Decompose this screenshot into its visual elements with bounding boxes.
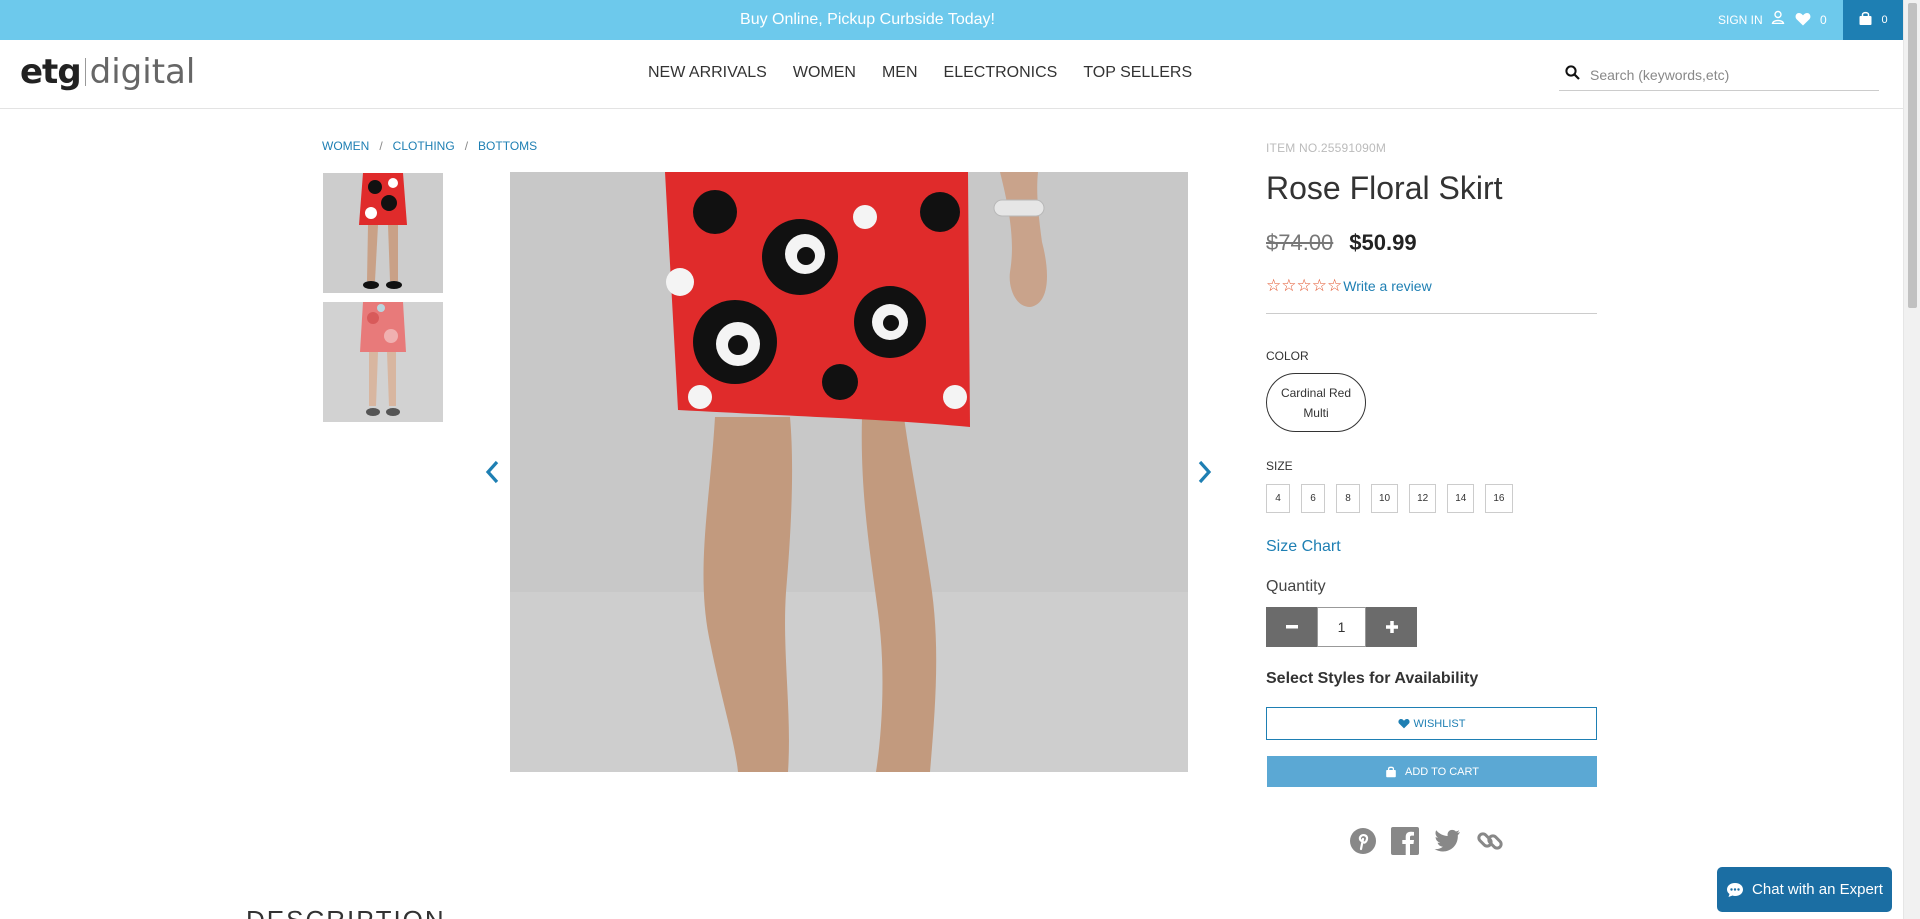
search-bar <box>1559 59 1879 91</box>
plus-icon <box>1385 621 1398 633</box>
product-title: Rose Floral Skirt <box>1266 170 1503 206</box>
star-empty-icon: ☆ <box>1266 276 1282 295</box>
original-price: $74.00 <box>1266 230 1334 255</box>
item-number: ITEM NO.25591090M <box>1266 141 1387 155</box>
logo-divider <box>84 58 86 86</box>
nav-new-arrivals[interactable]: NEW ARRIVALS <box>648 64 767 82</box>
prev-image-arrow[interactable] <box>480 456 504 488</box>
color-option-line-2: Multi <box>1303 405 1329 420</box>
shopping-bag-icon <box>1858 11 1873 29</box>
header-wishlist[interactable]: 0 <box>1795 0 1827 40</box>
header-cart-button[interactable]: 0 <box>1843 0 1903 40</box>
cart-count: 0 <box>1881 14 1888 26</box>
facebook-icon[interactable] <box>1391 827 1419 855</box>
product-thumbnail-back[interactable] <box>323 302 443 422</box>
wishlist-button-label: WISHLIST <box>1413 717 1466 730</box>
chat-label: Chat with an Expert <box>1752 881 1883 898</box>
breadcrumb-separator: / <box>379 139 383 153</box>
minus-icon <box>1285 625 1298 629</box>
quantity-increase-button[interactable] <box>1366 607 1417 647</box>
color-option-text: Cardinal Red Multi <box>1281 383 1351 423</box>
add-to-cart-button[interactable]: ADD TO CART <box>1267 756 1597 787</box>
size-option-10[interactable]: 10 <box>1371 484 1399 513</box>
nav-top-sellers[interactable]: TOP SELLERS <box>1083 64 1192 82</box>
nav-men[interactable]: MEN <box>882 64 918 82</box>
page-scrollbar[interactable] <box>1903 0 1920 919</box>
color-label: COLOR <box>1266 349 1309 363</box>
product-thumbnail-front[interactable] <box>323 173 443 293</box>
heart-icon <box>1397 719 1410 729</box>
search-icon[interactable] <box>1565 64 1580 85</box>
star-empty-icon: ☆ <box>1311 276 1327 295</box>
wishlist-count: 0 <box>1820 13 1827 27</box>
site-header: etg digital NEW ARRIVALS WOMEN MEN ELECT… <box>0 40 1903 109</box>
quantity-input[interactable] <box>1317 607 1366 647</box>
pinterest-icon[interactable] <box>1349 827 1377 855</box>
rating-row: ☆ ☆ ☆ ☆ ☆ Write a review <box>1266 277 1432 294</box>
twitter-icon[interactable] <box>1433 828 1461 854</box>
size-option-12[interactable]: 12 <box>1409 484 1437 513</box>
promo-bar: Buy Online, Pickup Curbside Today! SIGN … <box>0 0 1903 40</box>
sign-in-link[interactable]: SIGN IN <box>1718 0 1785 40</box>
shopping-bag-icon <box>1386 766 1396 777</box>
description-heading: DESCRIPTION <box>246 905 446 919</box>
breadcrumb-women[interactable]: WOMEN <box>322 139 369 153</box>
breadcrumb: WOMEN / CLOTHING / BOTTOMS <box>322 139 537 153</box>
site-logo[interactable]: etg digital <box>20 52 195 92</box>
price-block: $74.00 $50.99 <box>1266 230 1417 256</box>
chat-bubble-icon <box>1727 882 1744 897</box>
star-empty-icon: ☆ <box>1281 276 1297 295</box>
promo-message[interactable]: Buy Online, Pickup Curbside Today! <box>0 0 1735 40</box>
size-options: 4 6 8 10 12 14 16 <box>1266 484 1513 513</box>
size-option-4[interactable]: 4 <box>1266 484 1290 513</box>
star-empty-icon: ☆ <box>1327 276 1343 295</box>
quantity-decrease-button[interactable] <box>1266 607 1317 647</box>
user-icon <box>1771 0 1785 41</box>
size-option-16[interactable]: 16 <box>1485 484 1513 513</box>
divider <box>1266 313 1597 314</box>
product-main-image[interactable] <box>510 172 1188 772</box>
add-to-cart-label: ADD TO CART <box>1405 765 1479 778</box>
chevron-left-icon <box>485 460 499 484</box>
main-nav: NEW ARRIVALS WOMEN MEN ELECTRONICS TOP S… <box>648 40 1192 106</box>
availability-message: Select Styles for Availability <box>1266 670 1479 687</box>
heart-icon <box>1795 12 1811 29</box>
nav-electronics[interactable]: ELECTRONICS <box>944 64 1058 82</box>
breadcrumb-clothing[interactable]: CLOTHING <box>393 139 455 153</box>
quantity-label: Quantity <box>1266 578 1326 595</box>
scrollbar-thumb[interactable] <box>1908 3 1917 308</box>
search-input[interactable] <box>1590 66 1870 83</box>
size-label: SIZE <box>1266 459 1293 473</box>
next-image-arrow[interactable] <box>1193 456 1217 488</box>
star-empty-icon: ☆ <box>1296 276 1312 295</box>
size-option-14[interactable]: 14 <box>1447 484 1475 513</box>
size-option-6[interactable]: 6 <box>1301 484 1325 513</box>
copy-link-icon[interactable] <box>1475 826 1505 856</box>
breadcrumb-separator: / <box>464 139 469 153</box>
color-option-cardinal-red-multi[interactable]: Cardinal Red Multi <box>1266 373 1366 432</box>
sign-in-label: SIGN IN <box>1718 13 1763 27</box>
logo-subtitle: digital <box>89 52 196 92</box>
sale-price: $50.99 <box>1349 230 1417 255</box>
quantity-stepper <box>1266 607 1417 647</box>
size-chart-link[interactable]: Size Chart <box>1266 538 1341 556</box>
color-option-line-1: Cardinal Red <box>1280 385 1352 400</box>
nav-women[interactable]: WOMEN <box>793 64 856 82</box>
write-review-link[interactable]: Write a review <box>1343 278 1431 294</box>
logo-brand: etg <box>20 52 82 92</box>
chevron-right-icon <box>1198 460 1212 484</box>
breadcrumb-bottoms[interactable]: BOTTOMS <box>478 139 537 153</box>
add-to-wishlist-button[interactable]: WISHLIST <box>1266 707 1597 740</box>
chat-with-expert-button[interactable]: Chat with an Expert <box>1717 867 1892 912</box>
size-option-8[interactable]: 8 <box>1336 484 1360 513</box>
social-share <box>1349 826 1505 856</box>
